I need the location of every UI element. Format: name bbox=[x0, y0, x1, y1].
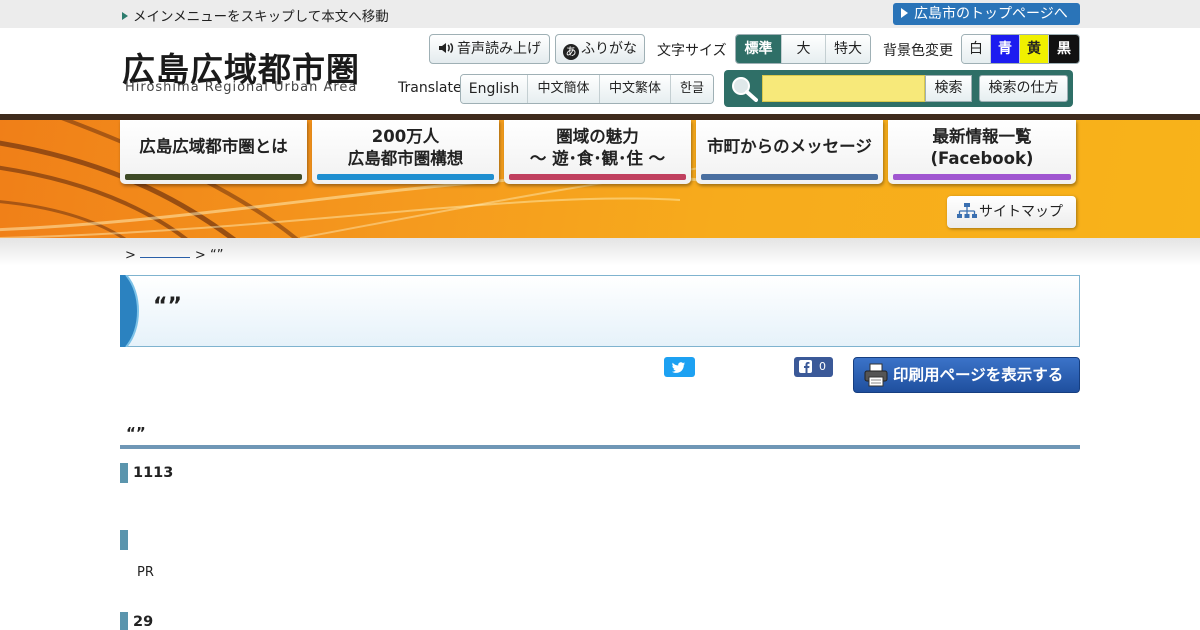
font-size-label: 文字サイズ bbox=[657, 43, 727, 59]
language-selector: English 中文簡体 中文繁体 한글 bbox=[460, 74, 714, 104]
triangle-right-icon bbox=[901, 8, 908, 18]
hiroshima-top-link[interactable]: 広島市のトップページへ bbox=[893, 3, 1080, 25]
nav-news-bar bbox=[893, 174, 1071, 180]
voice-reading-label: 音声読み上げ bbox=[457, 41, 541, 57]
search-help-button[interactable]: 検索の仕方 bbox=[979, 75, 1068, 102]
nav-news-label: 最新情報一覧 (Facebook) bbox=[930, 127, 1034, 168]
breadcrumb-home-link[interactable] bbox=[139, 248, 190, 258]
font-size-standard[interactable]: 標準 bbox=[736, 35, 782, 63]
nav-item-concept[interactable]: 200万人 広島都市圏構想 bbox=[312, 120, 499, 184]
bg-white-button[interactable]: 白 bbox=[962, 35, 991, 63]
printer-icon bbox=[864, 363, 888, 387]
content-heading-text: “” bbox=[126, 424, 146, 442]
font-size-xlarge[interactable]: 特大 bbox=[826, 35, 870, 63]
nav-about-bar bbox=[125, 174, 302, 180]
page-title: “” bbox=[153, 294, 182, 319]
speaker-icon bbox=[439, 42, 454, 54]
page: メインメニューをスキップして本文へ移動 広島市のトップページへ 広島広域都市圏 … bbox=[0, 0, 1200, 630]
section-text: PR bbox=[137, 565, 154, 580]
site-logo-subtitle: Hiroshima Regional Urban Area bbox=[125, 80, 358, 95]
skip-link[interactable]: メインメニューをスキップして本文へ移動 bbox=[122, 5, 389, 25]
nav-concept-bar bbox=[317, 174, 494, 180]
facebook-share-button[interactable]: 0 bbox=[794, 357, 833, 377]
twitter-icon bbox=[672, 362, 685, 373]
triangle-right-icon bbox=[122, 12, 128, 20]
font-size-large[interactable]: 大 bbox=[782, 35, 826, 63]
breadcrumb-separator: > bbox=[194, 248, 206, 263]
print-page-label: 印刷用ページを表示する bbox=[893, 366, 1064, 384]
page-title-box: “” bbox=[120, 275, 1080, 347]
sitemap-icon bbox=[957, 203, 977, 218]
search-button[interactable]: 検索 bbox=[925, 75, 972, 102]
sitemap-label: サイトマップ bbox=[979, 204, 1063, 220]
lang-zh-simplified[interactable]: 中文簡体 bbox=[528, 75, 600, 103]
section-heading: 29 bbox=[120, 612, 153, 630]
font-size-selector: 標準 大 特大 bbox=[735, 34, 871, 64]
hiroshima-top-label: 広島市のトップページへ bbox=[914, 6, 1068, 22]
section-heading bbox=[120, 530, 133, 550]
bg-yellow-button[interactable]: 黄 bbox=[1020, 35, 1049, 63]
bg-black-button[interactable]: 黒 bbox=[1049, 35, 1079, 63]
facebook-icon bbox=[799, 360, 812, 373]
translate-label: Translate bbox=[398, 80, 462, 96]
breadcrumb-separator: > bbox=[125, 248, 136, 263]
content-heading: “” bbox=[120, 420, 1080, 449]
section-heading: 1113 bbox=[120, 463, 173, 483]
furigana-button[interactable]: あふりがな bbox=[555, 34, 645, 64]
title-accent-graphic bbox=[120, 275, 139, 347]
nav-attractions-bar bbox=[509, 174, 686, 180]
nav-about-label: 広島広域都市圏とは bbox=[139, 137, 288, 156]
facebook-share-count: 0 bbox=[819, 360, 826, 373]
nav-item-attractions[interactable]: 圏域の魅力〜 遊･食･観･住 〜 bbox=[504, 120, 691, 184]
breadcrumb: > > “” bbox=[125, 248, 223, 263]
bg-color-label: 背景色変更 bbox=[883, 43, 953, 59]
sitemap-button[interactable]: サイトマップ bbox=[947, 196, 1076, 228]
lang-english[interactable]: English bbox=[461, 75, 528, 103]
furigana-label: ふりがな bbox=[581, 41, 637, 57]
lang-korean[interactable]: 한글 bbox=[671, 75, 713, 103]
nav-messages-bar bbox=[701, 174, 878, 180]
bg-blue-button[interactable]: 青 bbox=[991, 35, 1020, 63]
utility-bar: メインメニューをスキップして本文へ移動 広島市のトップページへ bbox=[0, 0, 1200, 28]
search-icon bbox=[732, 77, 758, 102]
skip-link-label: メインメニューをスキップして本文へ移動 bbox=[133, 9, 389, 25]
nav-item-messages[interactable]: 市町からのメッセージ bbox=[696, 120, 883, 184]
lang-zh-traditional[interactable]: 中文繁体 bbox=[600, 75, 671, 103]
nav-item-news[interactable]: 最新情報一覧 (Facebook) bbox=[888, 120, 1076, 184]
bg-color-selector: 白 青 黄 黒 bbox=[961, 34, 1080, 64]
nav-concept-label: 200万人 広島都市圏構想 bbox=[347, 127, 464, 168]
print-page-button[interactable]: 印刷用ページを表示する bbox=[853, 357, 1080, 393]
breadcrumb-current: “” bbox=[209, 248, 224, 263]
nav-item-about[interactable]: 広島広域都市圏とは bbox=[120, 120, 307, 184]
twitter-share-button[interactable] bbox=[664, 357, 695, 377]
voice-reading-button[interactable]: 音声読み上げ bbox=[429, 34, 550, 64]
search-box: 検索 検索の仕方 bbox=[724, 70, 1073, 107]
furigana-icon: あ bbox=[563, 44, 579, 60]
search-input[interactable] bbox=[762, 75, 925, 102]
nav-attractions-label: 圏域の魅力〜 遊･食･観･住 〜 bbox=[529, 127, 666, 168]
nav-messages-label: 市町からのメッセージ bbox=[707, 137, 872, 156]
